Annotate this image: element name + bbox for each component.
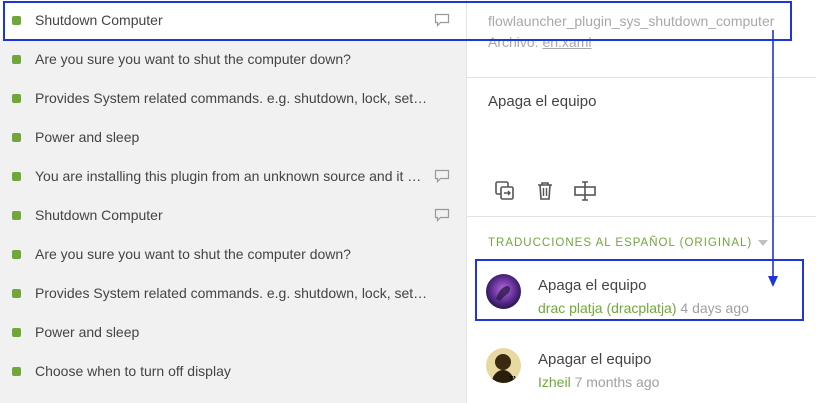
status-indicator xyxy=(12,366,21,376)
string-text: Power and sleep xyxy=(35,323,140,340)
comment-icon[interactable] xyxy=(434,207,450,223)
comment-icon[interactable] xyxy=(434,168,450,184)
string-text: Provides System related commands. e.g. s… xyxy=(35,89,428,106)
file-label: Archivo: xyxy=(488,34,539,50)
translation-panel: flowlauncher_plugin_sys_shutdown_compute… xyxy=(466,0,816,403)
string-text: Provides System related commands. e.g. s… xyxy=(35,284,428,301)
file-info: Archivo: en.xaml xyxy=(488,34,592,50)
avatar: TM xyxy=(486,348,521,383)
string-row[interactable]: Provides System related commands. e.g. s… xyxy=(0,273,466,312)
string-key: flowlauncher_plugin_sys_shutdown_compute… xyxy=(488,13,775,29)
status-indicator xyxy=(12,93,21,103)
copy-source-button[interactable] xyxy=(493,179,517,203)
status-indicator xyxy=(12,210,21,220)
string-row[interactable]: You are installing this plugin from an u… xyxy=(0,156,466,195)
string-row[interactable]: Shutdown Computer xyxy=(0,195,466,234)
status-indicator xyxy=(12,249,21,259)
suggestion-text: Apagar el equipo xyxy=(538,351,652,368)
string-text: Power and sleep xyxy=(35,128,140,145)
suggestion-text: Apaga el equipo xyxy=(538,277,647,294)
suggestion-author[interactable]: Izheil xyxy=(538,374,571,390)
section-title: TRADUCCIONES AL ESPAÑOL (ORIGINAL) xyxy=(488,237,753,249)
string-text: Are you sure you want to shut the comput… xyxy=(35,50,351,67)
string-text: Shutdown Computer xyxy=(35,11,163,28)
status-indicator xyxy=(12,132,21,142)
suggestion-item[interactable]: TM Apagar el equipo Izheil 7 months ago xyxy=(467,337,816,397)
string-text: Are you sure you want to shut the comput… xyxy=(35,245,351,262)
text-cursor-icon xyxy=(574,181,596,201)
string-row[interactable]: Are you sure you want to shut the comput… xyxy=(0,39,466,78)
string-row[interactable]: Power and sleep xyxy=(0,312,466,351)
delete-button[interactable] xyxy=(533,179,557,203)
svg-text:TM: TM xyxy=(508,375,519,383)
string-text: Choose when to turn off display xyxy=(35,362,231,379)
suggestion-item[interactable]: Apaga el equipo drac platja (dracplatja)… xyxy=(467,262,816,322)
caret-down-icon xyxy=(758,240,769,246)
divider xyxy=(467,77,816,78)
divider xyxy=(467,216,816,217)
string-row[interactable]: Choose when to turn off display xyxy=(0,351,466,390)
status-indicator xyxy=(12,171,21,181)
suggestion-time: 4 days ago xyxy=(680,300,749,316)
suggestion-time: 7 months ago xyxy=(574,374,660,390)
string-text: Shutdown Computer xyxy=(35,206,163,223)
file-link[interactable]: en.xaml xyxy=(542,34,591,50)
status-indicator xyxy=(12,327,21,337)
string-row[interactable]: Shutdown Computer xyxy=(0,0,466,39)
copy-source-icon xyxy=(495,181,514,200)
string-row[interactable]: Power and sleep xyxy=(0,117,466,156)
status-indicator xyxy=(12,288,21,298)
status-indicator xyxy=(12,15,21,25)
strings-list: Shutdown Computer Are you sure you want … xyxy=(0,0,466,403)
string-row[interactable]: Are you sure you want to shut the comput… xyxy=(0,234,466,273)
insert-text-button[interactable] xyxy=(573,179,597,203)
editor-toolbar xyxy=(493,179,597,203)
trash-icon xyxy=(538,182,552,200)
suggestion-meta: Izheil 7 months ago xyxy=(538,374,659,390)
string-text: You are installing this plugin from an u… xyxy=(35,167,428,184)
string-row[interactable]: Provides System related commands. e.g. s… xyxy=(0,78,466,117)
suggestion-author[interactable]: drac platja (dracplatja) xyxy=(538,300,677,316)
suggestion-meta: drac platja (dracplatja) 4 days ago xyxy=(538,300,749,316)
status-indicator xyxy=(12,54,21,64)
translation-editor[interactable]: Apaga el equipo xyxy=(488,93,596,110)
comment-icon[interactable] xyxy=(434,12,450,28)
translations-section-header[interactable]: TRADUCCIONES AL ESPAÑOL (ORIGINAL) xyxy=(488,237,769,249)
avatar xyxy=(486,274,521,309)
